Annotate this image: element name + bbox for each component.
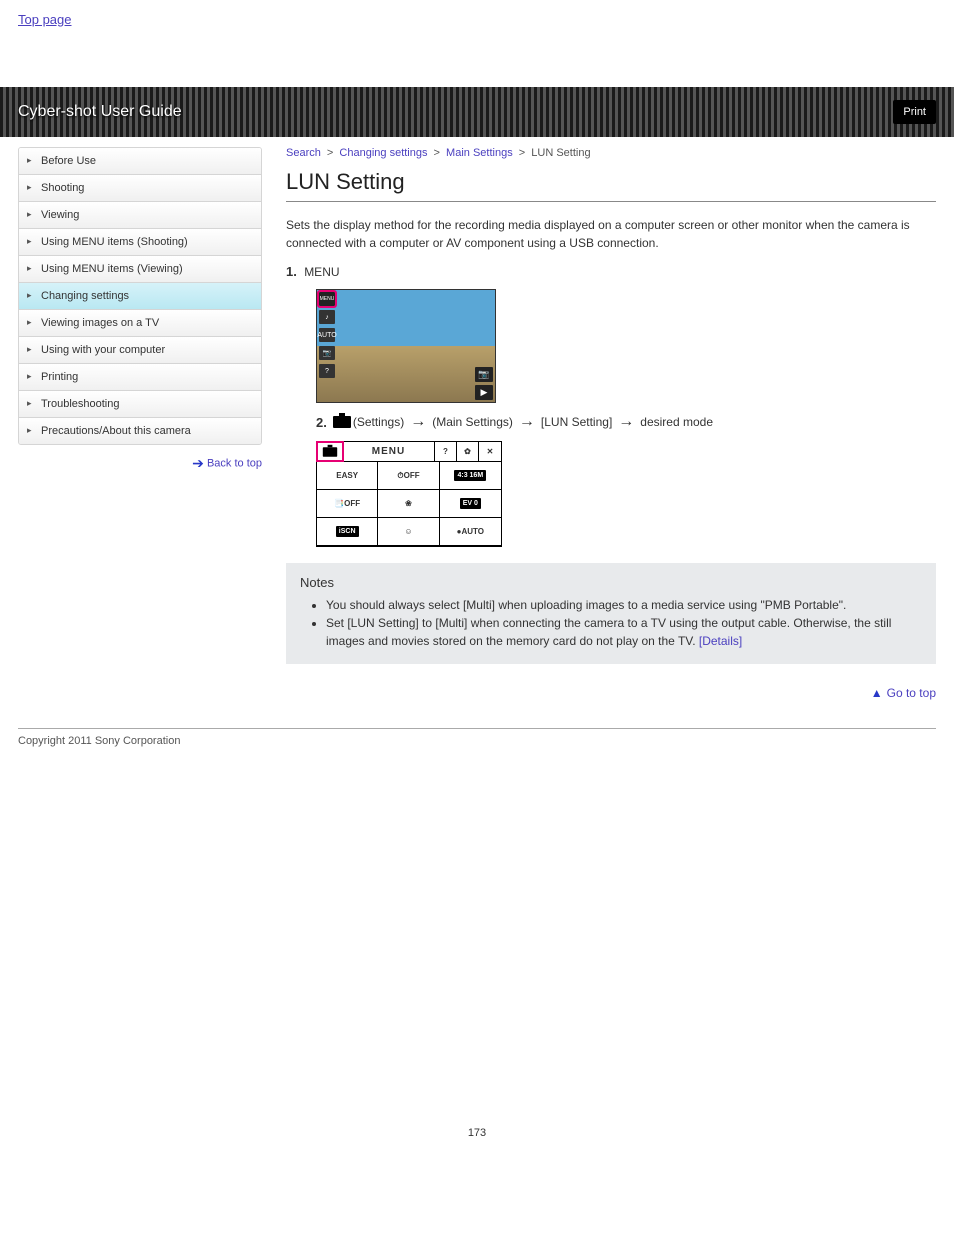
breadcrumb-search[interactable]: Search (286, 147, 321, 159)
step-1-number: 1. (286, 264, 297, 279)
menu-cell-burst: 📑OFF (317, 490, 378, 518)
sidebar: Before Use Shooting Viewing Using MENU i… (18, 147, 262, 708)
arrow-right-icon: → (519, 413, 535, 431)
go-to-top-link[interactable]: ▲ Go to top (871, 686, 936, 700)
settings-icon (333, 416, 351, 428)
sidebar-item-viewing[interactable]: Viewing (19, 202, 261, 229)
sidebar-item-precautions[interactable]: Precautions/About this camera (19, 418, 261, 444)
step-2-main-settings-label: (Main Settings) (432, 415, 513, 429)
menu-cell-macro: ❀ (378, 490, 439, 518)
menu-cell-smile: ☺ (378, 518, 439, 546)
intro-text: Sets the display method for the recordin… (286, 216, 936, 252)
sidebar-item-troubleshooting[interactable]: Troubleshooting (19, 391, 261, 418)
camera-right-icons: 📷 ▶ (475, 367, 493, 400)
camera-mode-icon: 📷 (475, 367, 493, 382)
step-2-mode-label: desired mode (640, 415, 713, 429)
step-2: 2. (Settings) → (Main Settings) → [LUN S… (316, 413, 936, 431)
menu-grid: EASY ⏱OFF 4:3 16M 📑OFF ❀ EV 0 iSCN ☺ ●AU… (317, 462, 501, 546)
menu-gear-icon: ✿ (457, 442, 479, 461)
go-to-top-label: Go to top (887, 686, 936, 700)
menu-title: MENU (343, 442, 435, 461)
step-2-number: 2. (316, 415, 327, 430)
chevron-right-icon: > (434, 147, 440, 159)
camera-auto-icon: AUTO (319, 328, 335, 342)
menu-settings-icon (317, 442, 343, 461)
menu-cell-rec: ●AUTO (440, 518, 501, 546)
menu-cell-ev: EV 0 (440, 490, 501, 518)
sidebar-list: Before Use Shooting Viewing Using MENU i… (18, 147, 262, 445)
triangle-up-icon: ▲ (871, 686, 883, 700)
sidebar-item-printing[interactable]: Printing (19, 364, 261, 391)
arrow-right-icon: ➔ (192, 455, 204, 471)
menu-cell-iscn: iSCN (317, 518, 378, 546)
notes-box: Notes You should always select [Multi] w… (286, 563, 936, 664)
breadcrumb: Search > Changing settings > Main Settin… (286, 147, 936, 159)
back-to-top-link[interactable]: ➔ Back to top (18, 455, 262, 472)
sidebar-item-menu-shooting[interactable]: Using MENU items (Shooting) (19, 229, 261, 256)
notes-title: Notes (300, 575, 922, 590)
main-content: Search > Changing settings > Main Settin… (286, 147, 936, 708)
copyright: Copyright 2011 Sony Corporation (0, 729, 954, 747)
chevron-right-icon: > (519, 147, 525, 159)
go-to-top: ▲ Go to top (286, 686, 936, 700)
menu-cell-ratio: 4:3 16M (440, 462, 501, 490)
note-item-2: Set [LUN Setting] to [Multi] when connec… (326, 614, 922, 650)
step-2-lun-label: [LUN Setting] (541, 415, 612, 429)
camera-photo-icon: 📷 (319, 346, 335, 360)
step-1-text: MENU (304, 265, 339, 279)
arrow-right-icon: → (618, 413, 634, 431)
menu-cell-timer: ⏱OFF (378, 462, 439, 490)
page-number: 173 (0, 1127, 954, 1159)
print-button[interactable]: Print (893, 100, 936, 124)
breadcrumb-changing-settings[interactable]: Changing settings (339, 147, 427, 159)
banner: Cyber-shot User Guide Print (0, 87, 954, 137)
sidebar-item-menu-viewing[interactable]: Using MENU items (Viewing) (19, 256, 261, 283)
camera-music-icon: ♪ (319, 310, 335, 324)
top-page-link[interactable]: Top page (0, 0, 954, 31)
camera-play-icon: ▶ (475, 385, 493, 400)
details-link[interactable]: [Details] (699, 634, 742, 648)
camera-menu-icon: MENU (319, 292, 335, 306)
camera-help-icon: ? (319, 364, 335, 378)
step-2-settings-label: (Settings) (353, 415, 404, 429)
sidebar-item-before-use[interactable]: Before Use (19, 148, 261, 175)
breadcrumb-current: LUN Setting (531, 147, 590, 159)
menu-cell-easy: EASY (317, 462, 378, 490)
menu-help-icon: ? (435, 442, 457, 461)
breadcrumb-main-settings[interactable]: Main Settings (446, 147, 513, 159)
camera-left-icons: MENU ♪ AUTO 📷 ? (319, 292, 335, 378)
step-1: 1. MENU (286, 264, 936, 279)
sidebar-item-computer[interactable]: Using with your computer (19, 337, 261, 364)
arrow-right-icon: → (410, 413, 426, 431)
banner-title: Cyber-shot User Guide (18, 103, 182, 121)
sidebar-item-tv[interactable]: Viewing images on a TV (19, 310, 261, 337)
chevron-right-icon: > (327, 147, 333, 159)
page-title: LUN Setting (286, 169, 936, 202)
sidebar-item-shooting[interactable]: Shooting (19, 175, 261, 202)
menu-close-icon: ✕ (479, 442, 501, 461)
note-item-1: You should always select [Multi] when up… (326, 596, 922, 614)
note-item-2-text: Set [LUN Setting] to [Multi] when connec… (326, 616, 891, 648)
camera-screen-illustration: MENU ♪ AUTO 📷 ? 📷 ▶ (316, 289, 496, 403)
menu-header: MENU ? ✿ ✕ (317, 442, 501, 462)
sidebar-item-changing-settings[interactable]: Changing settings (19, 283, 261, 310)
menu-grid-illustration: MENU ? ✿ ✕ EASY ⏱OFF 4:3 16M 📑OFF ❀ EV 0… (316, 441, 502, 547)
back-to-top-label: Back to top (207, 457, 262, 469)
